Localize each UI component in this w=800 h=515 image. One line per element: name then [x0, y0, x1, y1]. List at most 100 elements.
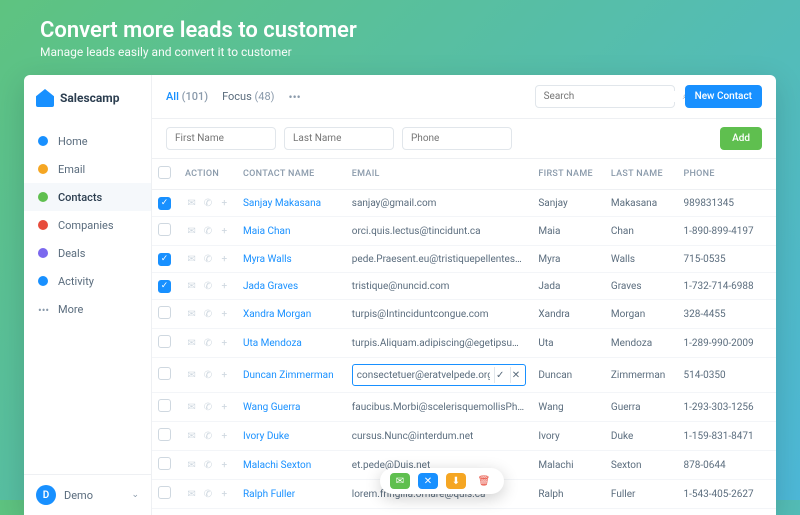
row-call-icon[interactable]: ✆ [201, 400, 214, 414]
cell-email: ✓✕ [346, 358, 533, 393]
row-email-icon[interactable]: ✉ [185, 458, 198, 472]
contact-name-link[interactable]: Ivory Duke [243, 431, 289, 442]
cell-email: turpis.Aliquam.adipiscing@egetipsumSuspe… [346, 329, 533, 358]
sidebar-item-more[interactable]: •••More [24, 295, 151, 323]
row-checkbox[interactable]: ✓ [158, 280, 171, 293]
row-checkbox[interactable] [158, 335, 171, 348]
search-box[interactable]: ⌕ [535, 85, 675, 108]
user-menu[interactable]: D Demo ⌄ [24, 474, 151, 515]
filter-last-name[interactable] [284, 127, 394, 150]
row-call-icon[interactable]: ✆ [201, 429, 214, 443]
sidebar-item-home[interactable]: Home [24, 127, 151, 155]
select-all-checkbox[interactable] [158, 166, 171, 179]
cell-email: Cum.sociis.natoque@Duisrisusodio.net [346, 509, 533, 515]
row-add-icon[interactable]: + [218, 279, 231, 293]
contact-name-link[interactable]: Uta Mendoza [243, 338, 302, 349]
row-call-icon[interactable]: ✆ [201, 307, 214, 321]
row-call-icon[interactable]: ✆ [201, 196, 214, 210]
sidebar-item-companies[interactable]: Companies [24, 211, 151, 239]
table-row: ✉✆+Maia Chanorci.quis.lectus@tincidunt.c… [152, 217, 776, 246]
sidebar-item-email[interactable]: Email [24, 155, 151, 183]
cell-last: Fuller [605, 480, 678, 509]
contact-name-link[interactable]: Duncan Zimmerman [243, 370, 334, 381]
row-checkbox[interactable] [158, 457, 171, 470]
search-input[interactable] [544, 91, 677, 102]
sidebar-item-contacts[interactable]: Contacts [24, 183, 151, 211]
home-icon [36, 134, 50, 148]
cell-first: Ralph [532, 480, 605, 509]
new-contact-button[interactable]: New Contact [685, 85, 762, 108]
row-add-icon[interactable]: + [218, 307, 231, 321]
table-row: ✉✆ + Uta Mendoza turpis.Aliquam.adipiscing@… [152, 329, 776, 358]
row-checkbox[interactable] [158, 367, 171, 380]
row-add-icon[interactable]: + [218, 252, 231, 266]
nav-label: Activity [58, 275, 94, 288]
row-email-icon[interactable]: ✉ [185, 307, 198, 321]
email-edit-input[interactable] [357, 370, 490, 381]
add-button[interactable]: Add [720, 127, 762, 150]
row-checkbox[interactable] [158, 399, 171, 412]
bulk-export-icon[interactable]: ✕ [418, 473, 438, 489]
row-call-icon[interactable]: ✆ [201, 252, 214, 266]
row-add-icon[interactable]: + [218, 368, 231, 382]
sidebar-item-activity[interactable]: Activity [24, 267, 151, 295]
contact-name-link[interactable]: Maia Chan [243, 226, 291, 237]
cell-email: faucibus.Morbi@scelerisquemollisPhasellu… [346, 393, 533, 422]
row-checkbox[interactable] [158, 486, 171, 499]
contact-name-link[interactable]: Malachi Sexton [243, 460, 311, 471]
tab-all[interactable]: All (101) [166, 90, 208, 104]
cell-first: Ivory [532, 422, 605, 451]
bulk-delete-icon[interactable]: 🗑 [474, 473, 494, 489]
row-add-icon[interactable]: + [218, 487, 231, 501]
contact-name-link[interactable]: Wang Guerra [243, 402, 300, 413]
contact-name-link[interactable]: Ralph Fuller [243, 489, 295, 500]
contact-name-link[interactable]: Sanjay Makasana [243, 198, 321, 209]
row-call-icon[interactable]: ✆ [201, 224, 214, 238]
cell-last: Morgan [605, 300, 678, 329]
contact-name-link[interactable]: Xandra Morgan [243, 309, 311, 320]
contacts-icon [36, 190, 50, 204]
row-email-icon[interactable]: ✉ [185, 429, 198, 443]
row-add-icon[interactable]: + [218, 196, 231, 210]
row-checkbox[interactable] [158, 306, 171, 319]
row-add-icon[interactable]: + [218, 224, 231, 238]
row-add-icon[interactable]: + [218, 336, 231, 350]
row-call-icon[interactable]: ✆ [201, 368, 214, 382]
table-scroll[interactable]: ACTION CONTACT NAME EMAIL FIRST NAME LAS… [152, 159, 776, 515]
row-checkbox[interactable]: ✓ [158, 197, 171, 210]
row-checkbox[interactable] [158, 223, 171, 236]
row-email-icon[interactable]: ✉ [185, 279, 198, 293]
email-edit-cell[interactable]: ✓✕ [352, 364, 527, 386]
filter-first-name[interactable] [166, 127, 276, 150]
row-email-icon[interactable]: ✉ [185, 224, 198, 238]
contact-name-link[interactable]: Jada Graves [243, 281, 298, 292]
cell-last: Makasana [605, 190, 678, 217]
row-checkbox[interactable] [158, 428, 171, 441]
row-email-icon[interactable]: ✉ [185, 252, 198, 266]
tabs-more-icon[interactable]: ••• [289, 90, 301, 104]
row-add-icon[interactable]: + [218, 400, 231, 414]
row-add-icon[interactable]: + [218, 458, 231, 472]
row-email-icon[interactable]: ✉ [185, 368, 198, 382]
filter-phone[interactable] [402, 127, 512, 150]
tab-focus[interactable]: Focus (48) [222, 90, 274, 104]
row-call-icon[interactable]: ✆ [201, 487, 214, 501]
contact-name-link[interactable]: Myra Walls [243, 254, 292, 265]
row-add-icon[interactable]: + [218, 429, 231, 443]
row-email-icon[interactable]: ✉ [185, 487, 198, 501]
cell-first: Duncan [532, 358, 605, 393]
confirm-icon[interactable]: ✓ [494, 367, 506, 383]
row-email-icon[interactable]: ✉ [185, 196, 198, 210]
row-email-icon[interactable]: ✉ [185, 336, 198, 350]
cancel-icon[interactable]: ✕ [510, 367, 522, 383]
bulk-download-icon[interactable]: ⬇ [446, 473, 466, 489]
bulk-email-icon[interactable]: ✉ [390, 473, 410, 489]
hero-subtitle: Manage leads easily and convert it to cu… [40, 45, 760, 59]
row-checkbox[interactable]: ✓ [158, 253, 171, 266]
row-call-icon[interactable]: ✆ [201, 279, 214, 293]
row-call-icon[interactable]: ✆ [201, 458, 214, 472]
sidebar-item-deals[interactable]: Deals [24, 239, 151, 267]
cell-last: Chan [605, 217, 678, 246]
row-call-icon[interactable]: ✆ [201, 336, 214, 350]
row-email-icon[interactable]: ✉ [185, 400, 198, 414]
